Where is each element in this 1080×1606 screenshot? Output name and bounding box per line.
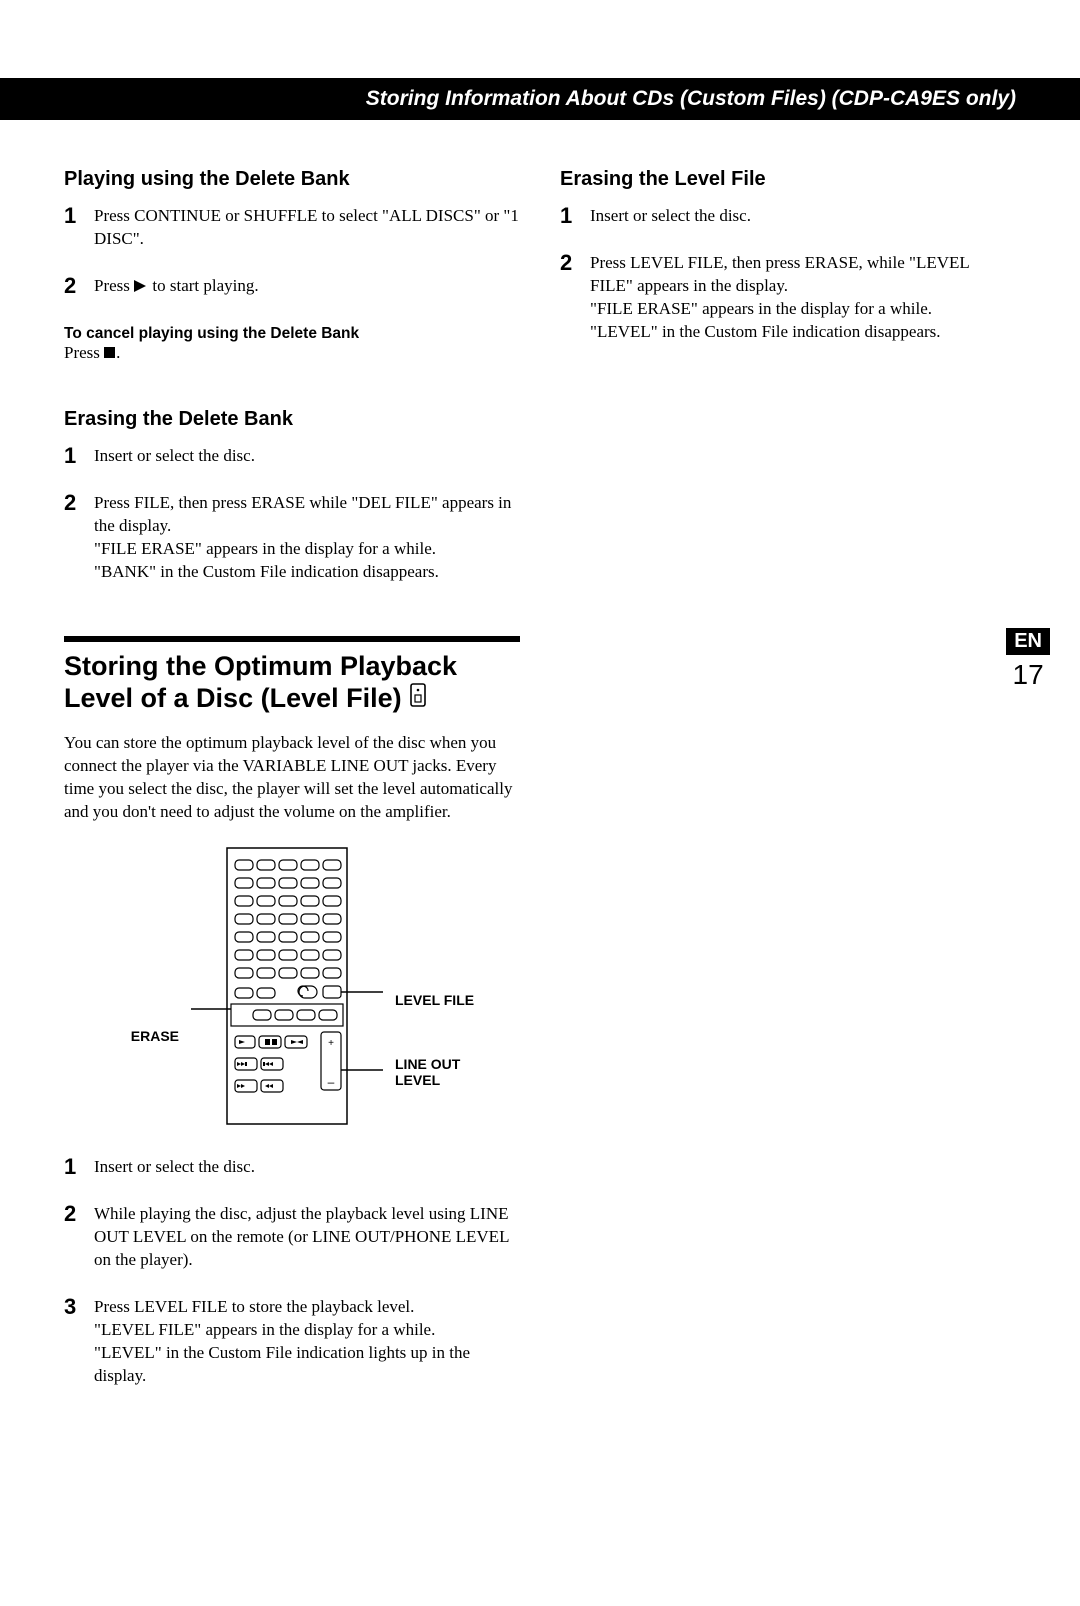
- step-text: Press LEVEL FILE to store the playback l…: [94, 1296, 520, 1388]
- step-number: 2: [560, 252, 590, 344]
- step-number: 2: [64, 1203, 94, 1272]
- remote-svg: + –: [187, 846, 387, 1126]
- step-text: While playing the disc, adjust the playb…: [94, 1203, 520, 1272]
- step-number: 1: [64, 445, 94, 468]
- step-text: Insert or select the disc.: [94, 445, 255, 468]
- step-text: Press FILE, then press ERASE while "DEL …: [94, 492, 520, 584]
- step-number: 1: [64, 1156, 94, 1179]
- heading-playing-delete-bank: Playing using the Delete Bank: [64, 168, 520, 191]
- step-2: 2 Press FILE, then press ERASE while "DE…: [64, 492, 520, 584]
- step-number: 2: [64, 275, 94, 299]
- stop-icon: [104, 344, 116, 364]
- section-heading-level-file: Storing the Optimum Playback Level of a …: [64, 650, 520, 717]
- step-1: 1 Insert or select the disc.: [64, 445, 520, 468]
- chapter-header: Storing Information About CDs (Custom Fi…: [0, 78, 1080, 120]
- language-badge: EN: [1006, 628, 1050, 655]
- step-1: 1 Press CONTINUE or SHUFFLE to select "A…: [64, 205, 520, 251]
- step-2: 2 Press to start playing.: [64, 275, 520, 299]
- page-number: 17: [1006, 659, 1050, 691]
- step-1: 1 Insert or select the disc.: [560, 205, 1016, 228]
- svg-text:+: +: [328, 1038, 334, 1049]
- step-number: 2: [64, 492, 94, 584]
- play-icon: [134, 276, 148, 299]
- left-column: Playing using the Delete Bank 1 Press CO…: [64, 168, 520, 1412]
- step-2: 2 Press LEVEL FILE, then press ERASE, wh…: [560, 252, 1016, 344]
- label-erase: ERASE: [99, 1028, 179, 1044]
- label-level-file: LEVEL FILE: [395, 992, 485, 1008]
- step-number: 1: [560, 205, 590, 228]
- svg-text:–: –: [328, 1075, 335, 1089]
- cancel-body: Press .: [64, 343, 520, 364]
- step-number: 3: [64, 1296, 94, 1388]
- section-rule: [64, 636, 520, 642]
- step-3: 3 Press LEVEL FILE to store the playback…: [64, 1296, 520, 1388]
- remote-illustration: ERASE: [64, 846, 520, 1126]
- step-text: Insert or select the disc.: [590, 205, 751, 228]
- section-intro: You can store the optimum playback level…: [64, 732, 520, 824]
- step-2: 2 While playing the disc, adjust the pla…: [64, 1203, 520, 1272]
- cancel-heading: To cancel playing using the Delete Bank: [64, 325, 520, 343]
- step-number: 1: [64, 205, 94, 251]
- step-text: Press CONTINUE or SHUFFLE to select "ALL…: [94, 205, 520, 251]
- step-1: 1 Insert or select the disc.: [64, 1156, 520, 1179]
- step-text: Press LEVEL FILE, then press ERASE, whil…: [590, 252, 1016, 344]
- step-text: Press to start playing.: [94, 275, 259, 299]
- heading-erasing-delete-bank: Erasing the Delete Bank: [64, 408, 520, 431]
- page-tab: EN 17: [1006, 628, 1050, 691]
- chapter-title: Storing Information About CDs (Custom Fi…: [366, 87, 1016, 111]
- step-text: Insert or select the disc.: [94, 1156, 255, 1179]
- remote-icon: [409, 683, 429, 716]
- label-line-out-level: LINE OUT LEVEL: [395, 1056, 485, 1088]
- right-column: Erasing the Level File 1 Insert or selec…: [560, 168, 1016, 1412]
- heading-erasing-level-file: Erasing the Level File: [560, 168, 1016, 191]
